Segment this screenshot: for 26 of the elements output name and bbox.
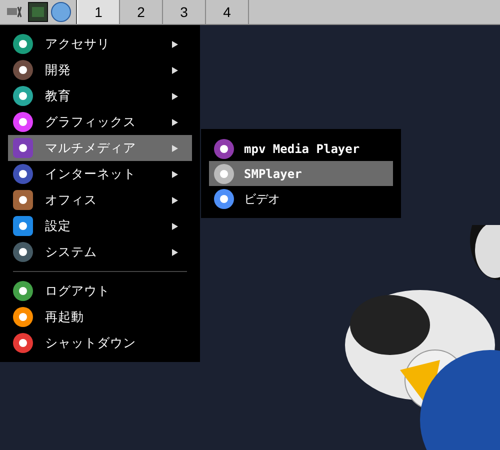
- menu-item[interactable]: システム: [8, 239, 192, 265]
- submenu-arrow-icon: [172, 144, 178, 152]
- submenu-arrow-icon: [172, 92, 178, 100]
- menu-item[interactable]: インターネット: [8, 161, 192, 187]
- terminal-icon[interactable]: [28, 2, 48, 22]
- menu-item[interactable]: 開発: [8, 57, 192, 83]
- submenu-arrow-icon: [172, 66, 178, 74]
- submenu-arrow-icon: [172, 170, 178, 178]
- menu-item[interactable]: 再起動: [8, 304, 192, 330]
- submenu-arrow-icon: [172, 222, 178, 230]
- workspace-button[interactable]: 1: [77, 0, 120, 24]
- submenu-arrow-icon: [172, 40, 178, 48]
- menu-item[interactable]: グラフィックス: [8, 109, 192, 135]
- menu-item[interactable]: 設定: [8, 213, 192, 239]
- menu-item[interactable]: アクセサリ: [8, 31, 192, 57]
- submenu-arrow-icon: [172, 248, 178, 256]
- menu-item[interactable]: マルチメディア: [8, 135, 192, 161]
- menu-item[interactable]: 教育: [8, 83, 192, 109]
- menu-item[interactable]: ログアウト: [8, 278, 192, 304]
- menu-item[interactable]: シャットダウン: [8, 330, 192, 356]
- menu-item[interactable]: SMPlayer: [209, 161, 393, 186]
- menu-item[interactable]: mpv Media Player: [209, 136, 393, 161]
- menu-item[interactable]: オフィス: [8, 187, 192, 213]
- menu-item[interactable]: ビデオ: [209, 186, 393, 211]
- submenu-arrow-icon: [172, 196, 178, 204]
- submenu-arrow-icon: [172, 118, 178, 126]
